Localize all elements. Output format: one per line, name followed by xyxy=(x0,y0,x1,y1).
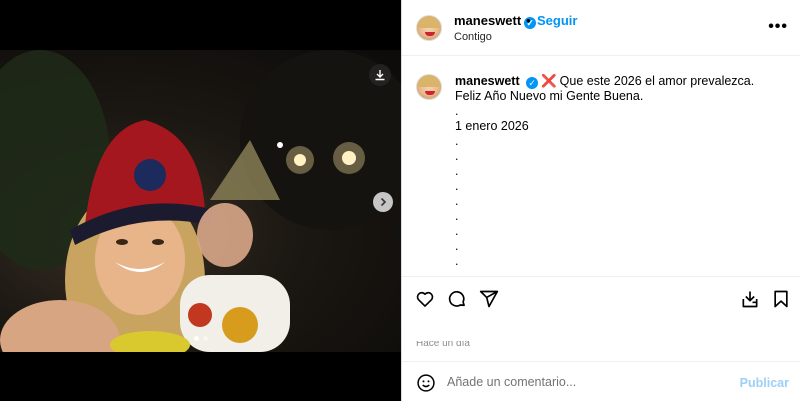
verified-badge-icon: ✓ xyxy=(526,77,539,89)
carousel-dot xyxy=(193,336,199,341)
caption-username[interactable]: maneswett xyxy=(455,74,520,88)
comment-input[interactable] xyxy=(447,373,727,391)
post-details-panel: maneswett ✓ • Seguir Contigo ••• maneswet… xyxy=(401,0,800,401)
download-button[interactable] xyxy=(369,64,391,86)
comment-button[interactable] xyxy=(447,289,467,309)
carousel-dot xyxy=(202,336,208,341)
post-header: maneswett ✓ • Seguir Contigo ••• xyxy=(402,0,800,56)
photo-illustration xyxy=(0,50,401,352)
author-username[interactable]: maneswett ✓ xyxy=(454,13,537,29)
caption-line: . xyxy=(455,194,459,208)
post-photo[interactable] xyxy=(0,50,401,352)
more-options-icon[interactable]: ••• xyxy=(768,18,788,36)
publish-button[interactable]: Publicar xyxy=(740,376,789,390)
like-button[interactable] xyxy=(415,289,435,309)
chevron-right-icon xyxy=(380,197,387,207)
caption-area: maneswett ✓ ❌ Que este 2026 el amor preval… xyxy=(402,56,800,276)
share-button[interactable] xyxy=(479,289,499,309)
avatar[interactable] xyxy=(416,74,442,100)
username-text[interactable]: maneswett xyxy=(454,13,521,28)
post-actions: Hace un día xyxy=(402,276,800,347)
caption-line: . xyxy=(455,224,459,238)
save-to-collection-button[interactable] xyxy=(740,289,760,309)
caption-line: 1 enero 2026 xyxy=(455,119,529,133)
emoji-picker-button[interactable] xyxy=(416,373,436,398)
caption-line: . xyxy=(455,254,459,268)
caption-line: . xyxy=(455,179,459,193)
download-icon xyxy=(375,70,385,81)
heart-icon xyxy=(416,291,434,307)
download-save-icon xyxy=(742,291,758,308)
bookmark-button[interactable] xyxy=(771,289,791,309)
post-timestamp: Hace un día xyxy=(416,341,470,347)
caption-lines: .1 enero 2026.......... xyxy=(455,104,775,276)
caption-line: . xyxy=(455,209,459,223)
carousel-indicator xyxy=(0,336,401,341)
caption-line: . xyxy=(455,269,459,276)
bookmark-icon xyxy=(774,290,788,308)
caption-text: maneswett ✓ ❌ Que este 2026 el amor preval… xyxy=(455,74,775,276)
caption-line: . xyxy=(455,149,459,163)
caption-line: . xyxy=(455,134,459,148)
follow-button[interactable]: Seguir xyxy=(537,13,577,28)
next-slide-button[interactable] xyxy=(373,192,393,212)
avatar[interactable] xyxy=(416,15,442,41)
comment-icon xyxy=(448,291,465,307)
separator-dot: • xyxy=(526,13,531,28)
share-icon xyxy=(479,290,499,308)
audience-label: Contigo xyxy=(454,31,492,43)
caption-line: . xyxy=(455,164,459,178)
caption-line: . xyxy=(455,104,459,118)
comment-composer: Publicar xyxy=(402,361,800,401)
cross-emoji: ❌ xyxy=(541,74,557,88)
caption-line: . xyxy=(455,239,459,253)
post-media-area xyxy=(0,0,401,401)
smiley-icon xyxy=(417,374,435,392)
